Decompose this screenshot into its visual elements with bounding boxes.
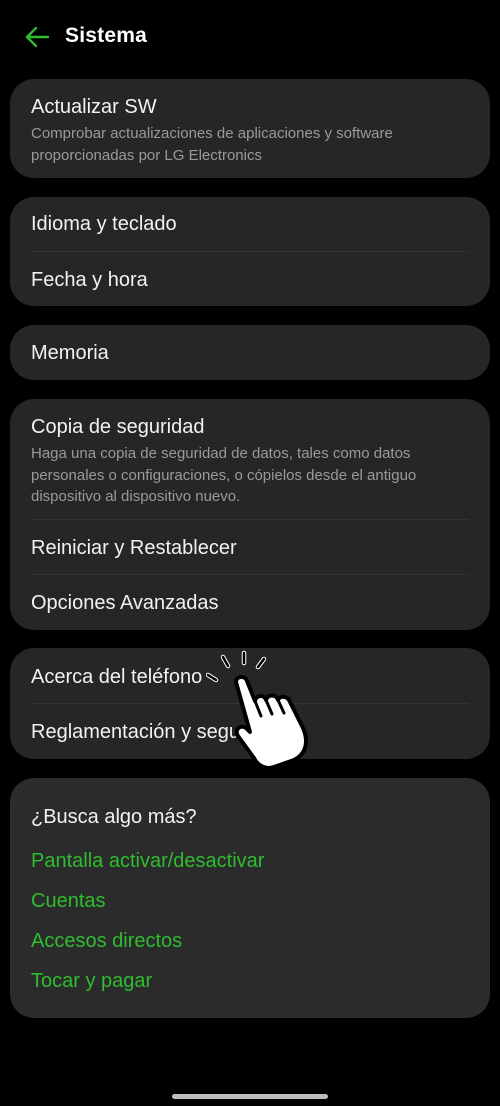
- advanced-options-item[interactable]: Opciones Avanzadas: [31, 592, 490, 615]
- link-accounts[interactable]: Cuentas: [31, 890, 106, 913]
- arrow-left-icon: [25, 26, 50, 48]
- divider: [31, 574, 469, 575]
- link-screen-on-off[interactable]: Pantalla activar/desactivar: [31, 850, 264, 873]
- memory-item[interactable]: Memoria: [31, 342, 490, 365]
- update-software-title: Actualizar SW: [31, 96, 157, 118]
- app-bar: Sistema: [0, 0, 500, 74]
- language-date-card: Idioma y teclado Fecha y hora: [10, 197, 490, 306]
- date-time-title: Fecha y hora: [31, 269, 148, 291]
- search-more-card: ¿Busca algo más? Pantalla activar/desact…: [10, 778, 490, 1018]
- reset-title: Reiniciar y Restablecer: [31, 537, 237, 559]
- back-button[interactable]: [20, 22, 54, 52]
- page-title: Sistema: [65, 24, 147, 47]
- home-indicator[interactable]: [172, 1094, 328, 1099]
- memory-title: Memoria: [31, 342, 109, 364]
- reset-item[interactable]: Reiniciar y Restablecer: [31, 537, 490, 560]
- backup-card: Copia de seguridad Haga una copia de seg…: [10, 399, 490, 630]
- language-keyboard-title: Idioma y teclado: [31, 213, 177, 235]
- search-more-title: ¿Busca algo más?: [31, 806, 197, 828]
- link-tap-and-pay[interactable]: Tocar y pagar: [31, 970, 152, 993]
- divider: [31, 519, 469, 520]
- memory-card: Memoria: [10, 325, 490, 380]
- tap-hand-icon: [206, 650, 308, 770]
- date-time-item[interactable]: Fecha y hora: [31, 269, 490, 292]
- backup-description: Haga una copia de seguridad de datos, ta…: [31, 445, 417, 505]
- update-software-item[interactable]: Actualizar SW Comprobar actualizaciones …: [31, 96, 490, 166]
- link-shortcuts[interactable]: Accesos directos: [31, 930, 182, 953]
- divider: [31, 251, 469, 252]
- update-card: Actualizar SW Comprobar actualizaciones …: [10, 79, 490, 178]
- backup-item[interactable]: Copia de seguridad Haga una copia de seg…: [31, 416, 490, 508]
- backup-title: Copia de seguridad: [31, 416, 205, 438]
- language-keyboard-item[interactable]: Idioma y teclado: [31, 213, 490, 236]
- advanced-options-title: Opciones Avanzadas: [31, 592, 219, 614]
- update-software-description: Comprobar actualizaciones de aplicacione…: [31, 125, 393, 164]
